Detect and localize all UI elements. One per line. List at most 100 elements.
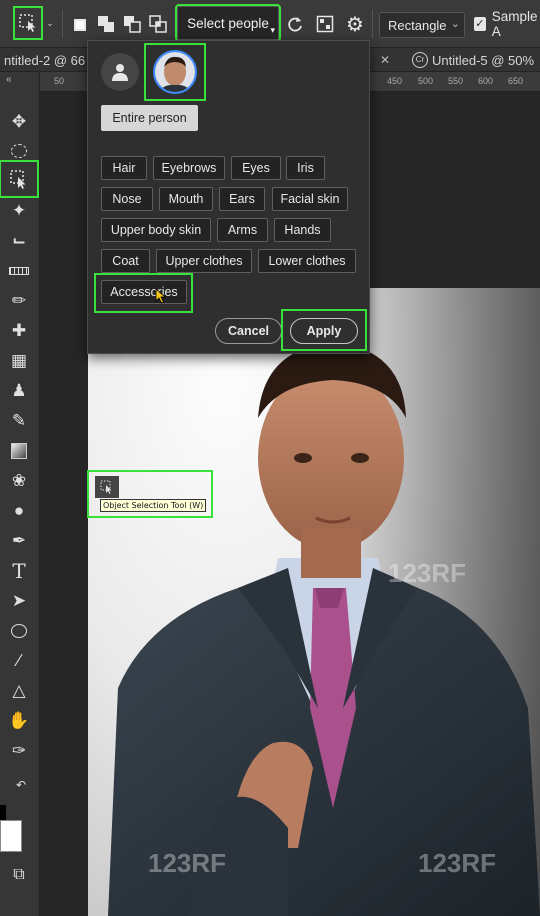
apply-button[interactable]: Apply [290,318,358,344]
part-chip-upper-clothes[interactable]: Upper clothes [156,249,252,273]
tools-panel: « ✥ ✦ ⌙ ✏ ✚ ▦ ♟ ✎ ❀ ● ✒ T ➤ ∕ △ ✋ ✑ ↶ ⧉ [0,72,40,916]
part-label: Iris [297,161,314,175]
generic-person-button[interactable] [101,53,139,91]
marquee-tool-icon[interactable] [5,138,33,164]
clone-stamp-icon[interactable]: ♟ [5,378,33,404]
part-chip-upper-body-skin[interactable]: Upper body skin [101,218,211,242]
part-chip-hands[interactable]: Hands [274,218,331,242]
gear-icon[interactable]: ⚙ [343,12,367,36]
part-label: Coat [112,254,139,268]
dodge-tool-icon[interactable]: ● [5,498,33,524]
cloud-doc-icon: Cr [412,52,428,68]
ruler-tick: 500 [418,76,434,86]
bandage-icon[interactable]: ▦ [5,348,33,374]
object-selection-icon [19,14,36,32]
entire-person-label: Entire person [112,111,187,125]
screen-mode-icon[interactable]: ⧉ [5,862,33,888]
part-chip-ears[interactable]: Ears [219,187,265,211]
subtract-from-selection-button[interactable] [122,14,142,34]
part-label: Mouth [168,192,204,206]
ellipse-tool-icon[interactable] [5,618,33,644]
apply-label: Apply [306,324,342,338]
photo-layer[interactable]: 123RF 123RF 123RF 123RF [88,288,540,916]
hand-tool-icon[interactable]: ✋ [5,708,33,734]
magic-wand-icon[interactable]: ✦ [5,198,33,224]
part-chip-coat[interactable]: Coat [101,249,150,273]
add-selection-icon [98,16,114,32]
new-selection-button[interactable] [71,16,89,34]
gradient-tool-icon[interactable] [5,438,33,464]
path-selection-icon[interactable]: ➤ [5,588,33,614]
preset-chevron-icon[interactable]: ⌄ [44,16,56,30]
object-selection-icon [10,170,26,189]
ruler-shape [9,267,29,275]
cancel-button[interactable]: Cancel [215,318,282,344]
part-label: Facial skin [280,192,340,206]
marquee-shape [11,144,27,158]
edit-toolbar-icon[interactable]: ✑ [5,738,33,764]
mouse-cursor-icon [155,288,167,304]
part-chip-eyes[interactable]: Eyes [231,156,281,180]
part-chip-eyebrows[interactable]: Eyebrows [153,156,225,180]
object-finder-icon [316,15,334,33]
eyedropper-icon[interactable]: ✏ [5,288,33,314]
object-selection-glyph [100,480,112,494]
part-label: Upper body skin [110,223,202,237]
select-people-dropdown[interactable]: Select people ▾ [175,4,281,42]
add-to-selection-button[interactable] [96,14,116,34]
spot-healing-icon[interactable]: ✚ [5,318,33,344]
part-label: Lower clothes [268,254,346,268]
move-tool-icon[interactable]: ✥ [5,109,33,135]
line-tool-icon[interactable]: ∕ [5,648,33,674]
part-chip-nose[interactable]: Nose [101,187,153,211]
sample-checkbox[interactable]: ✓ [474,17,486,31]
tooltip-text: Object Selection Tool (W) [100,499,207,512]
type-tool-icon[interactable]: T [5,558,33,584]
background-color-swatch[interactable] [0,820,22,852]
tab-label: Untitled-5 @ 50% [432,52,535,68]
triangle-tool-icon[interactable]: △ [5,678,33,704]
part-chip-facial-skin[interactable]: Facial skin [272,187,348,211]
pen-tool-icon[interactable]: ✒ [5,528,33,554]
mode-select[interactable]: Rectangle ⌄ [379,12,465,38]
part-chip-mouth[interactable]: Mouth [159,187,213,211]
part-chip-accessories[interactable]: Accessories [101,280,187,304]
part-chip-arms[interactable]: Arms [217,218,268,242]
smudge-tool-icon[interactable]: ❀ [5,468,33,494]
part-label: Upper clothes [165,254,243,268]
ellipse-shape [11,624,27,638]
tab-untitled-5[interactable]: Cr Untitled-5 @ 50% [412,48,534,72]
object-selection-tool-icon[interactable] [0,160,39,198]
part-chip-hair[interactable]: Hair [101,156,147,180]
detected-person-button[interactable] [144,43,206,101]
ruler-tick: 600 [478,76,494,86]
face-thumbnail [155,52,195,92]
watermark: 123RF [148,848,227,878]
watermark: 123RF [418,848,497,878]
tab-label: ntitled-2 @ 66 [4,52,86,68]
entire-person-button[interactable]: Entire person [101,105,198,131]
object-finder-button[interactable] [314,13,336,35]
part-chip-iris[interactable]: Iris [286,156,325,180]
part-label: Nose [112,192,142,206]
close-icon[interactable]: ✕ [380,48,390,72]
tab-untitled-2[interactable]: ntitled-2 @ 66 [4,48,85,72]
gradient-swatch [11,443,27,459]
intersect-selection-button[interactable] [148,14,168,34]
collapse-panel-icon[interactable]: « [6,74,11,85]
select-people-label: Select people [187,15,269,31]
swap-colors-icon[interactable]: ↶ [12,772,30,798]
divider [62,10,63,38]
sample-all-layers-option[interactable]: ✓ Sample A [474,9,540,39]
refresh-button[interactable] [284,13,306,35]
part-chip-lower-clothes[interactable]: Lower clothes [258,249,356,273]
object-selection-tool-preset[interactable] [13,6,43,40]
part-label: Ears [229,192,255,206]
ruler-tick: 450 [387,76,403,86]
intersect-selection-icon [149,15,167,33]
brush-tool-icon[interactable]: ✎ [5,408,33,434]
subtract-selection-icon [124,16,141,33]
tool-tooltip-callout: Object Selection Tool (W) [87,470,213,518]
ruler-tool-icon[interactable] [5,258,33,284]
crop-tool-icon[interactable]: ⌙ [5,228,33,254]
